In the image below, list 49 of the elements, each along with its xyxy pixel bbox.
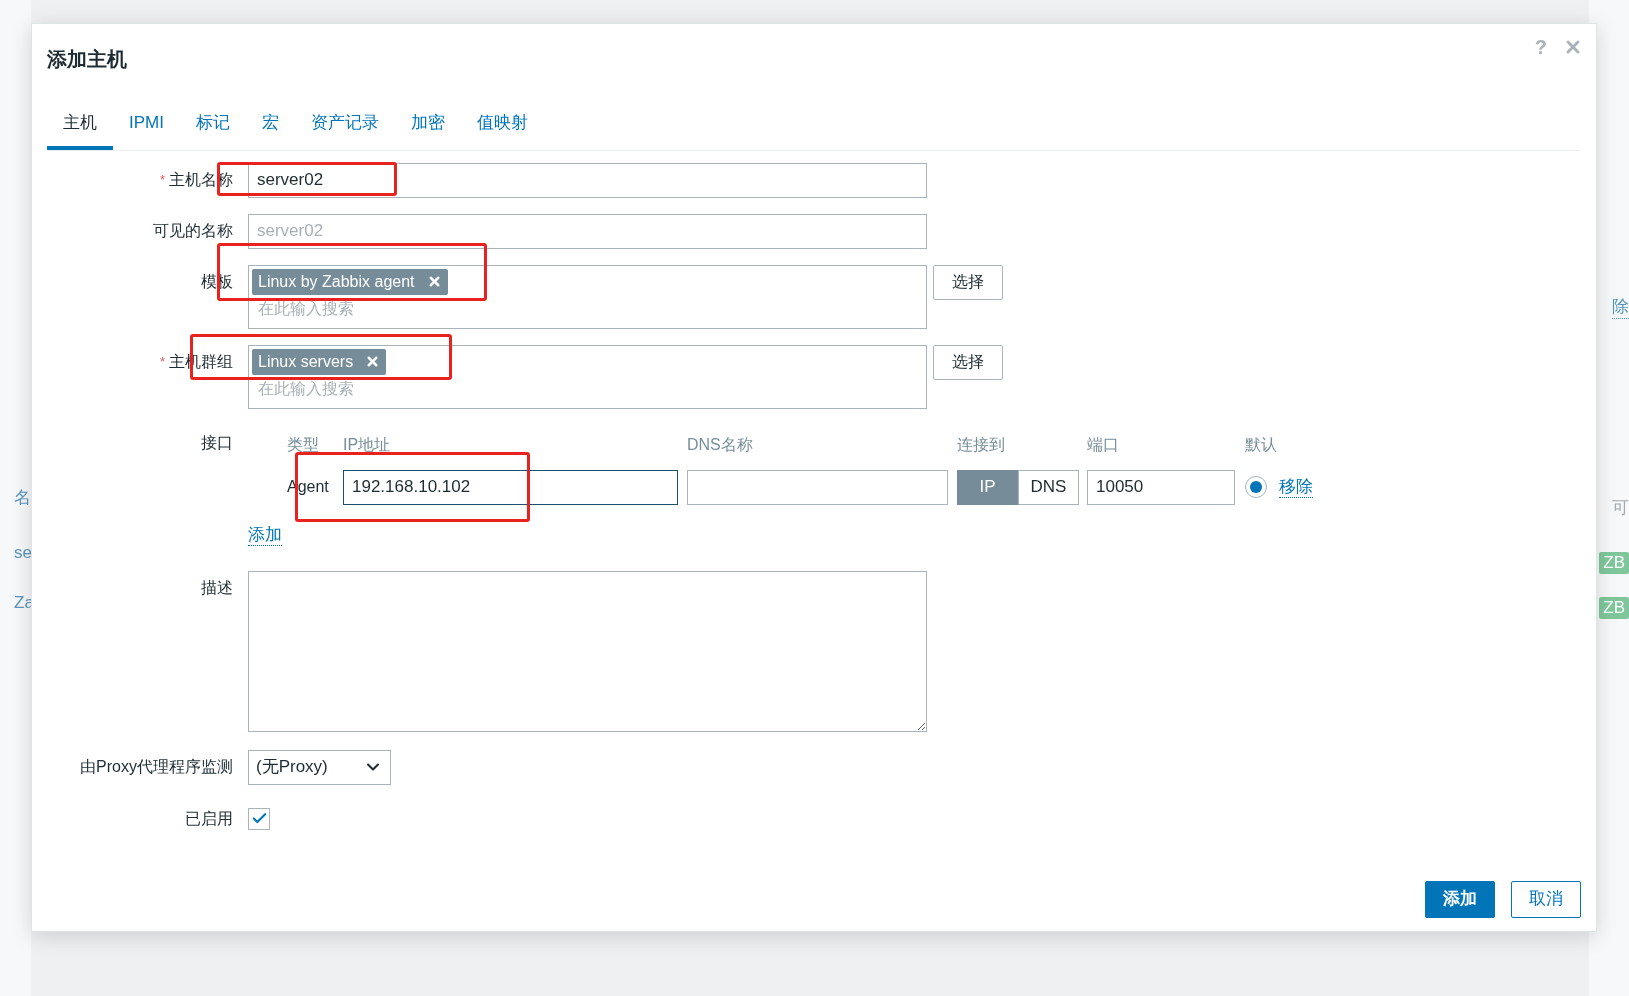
remove-link[interactable]: 移除 xyxy=(1279,476,1313,498)
required-mark: * xyxy=(159,353,165,372)
tab[interactable]: 值映射 xyxy=(460,110,544,150)
tab[interactable]: 主机 xyxy=(47,110,113,150)
add-button[interactable]: 添加 xyxy=(1425,880,1495,918)
search-placeholder: 在此输入搜索 xyxy=(257,298,355,319)
field-label: 接口 xyxy=(201,432,233,453)
tab[interactable]: 资产记录 xyxy=(294,110,395,150)
column-header: 默认 xyxy=(1245,434,1278,455)
background-text: se xyxy=(14,541,31,564)
description-field[interactable] xyxy=(248,570,927,732)
proxy-select[interactable]: (无Proxy) xyxy=(248,749,391,785)
tag-chip: Linux by Zabbix agent xyxy=(252,268,448,295)
dialog-title: 添加主机 xyxy=(47,47,127,72)
tab[interactable]: 加密 xyxy=(394,110,461,150)
tab[interactable]: 宏 xyxy=(245,110,295,150)
multiselect-field[interactable]: Linux by Zabbix agent 在此输入搜索 xyxy=(248,264,927,329)
field-label: 已启用 xyxy=(185,808,233,829)
enabled-checkbox[interactable] xyxy=(248,807,270,830)
host-name-field[interactable]: server02 xyxy=(248,162,927,198)
select-button[interactable]: 选择 xyxy=(933,344,1003,380)
dns-name-field[interactable] xyxy=(687,469,948,505)
field-label: 描述 xyxy=(201,578,233,598)
visible-name-field[interactable]: server02 xyxy=(248,213,927,249)
status-tag: ZB xyxy=(1599,552,1629,574)
multiselect-field[interactable]: Linux servers 在此输入搜索 xyxy=(248,344,927,409)
background-link[interactable]: 除 xyxy=(1612,296,1629,319)
connect-toggle[interactable]: DNS xyxy=(1018,469,1079,505)
field-label: 可见的名称 xyxy=(153,221,233,241)
status-tag: ZB xyxy=(1599,597,1629,619)
port-field[interactable]: 10050 xyxy=(1087,469,1235,505)
column-header: 端口 xyxy=(1087,434,1120,455)
cancel-button[interactable]: 取消 xyxy=(1511,880,1581,918)
column-header: DNS名称 xyxy=(687,434,754,455)
column-header: IP地址 xyxy=(343,434,392,455)
tab[interactable]: IPMI xyxy=(113,110,180,150)
add-link[interactable]: 添加 xyxy=(248,524,282,546)
ip-address-field[interactable]: 192.168.10.102 xyxy=(343,469,678,505)
tab[interactable]: 标记 xyxy=(179,110,246,150)
search-placeholder: 在此输入搜索 xyxy=(257,378,355,399)
column-header: 连接到 xyxy=(957,434,1006,455)
tag-chip: Linux servers xyxy=(252,348,387,375)
column-header: 可 xyxy=(1612,497,1629,519)
field-label: 由Proxy代理程序监测 xyxy=(80,757,233,777)
connect-toggle[interactable]: IP xyxy=(957,469,1018,505)
select-button[interactable]: 选择 xyxy=(933,264,1003,300)
column-header: 类型 xyxy=(287,434,320,455)
required-mark: * xyxy=(159,171,165,190)
background-text: 名 xyxy=(14,487,31,509)
